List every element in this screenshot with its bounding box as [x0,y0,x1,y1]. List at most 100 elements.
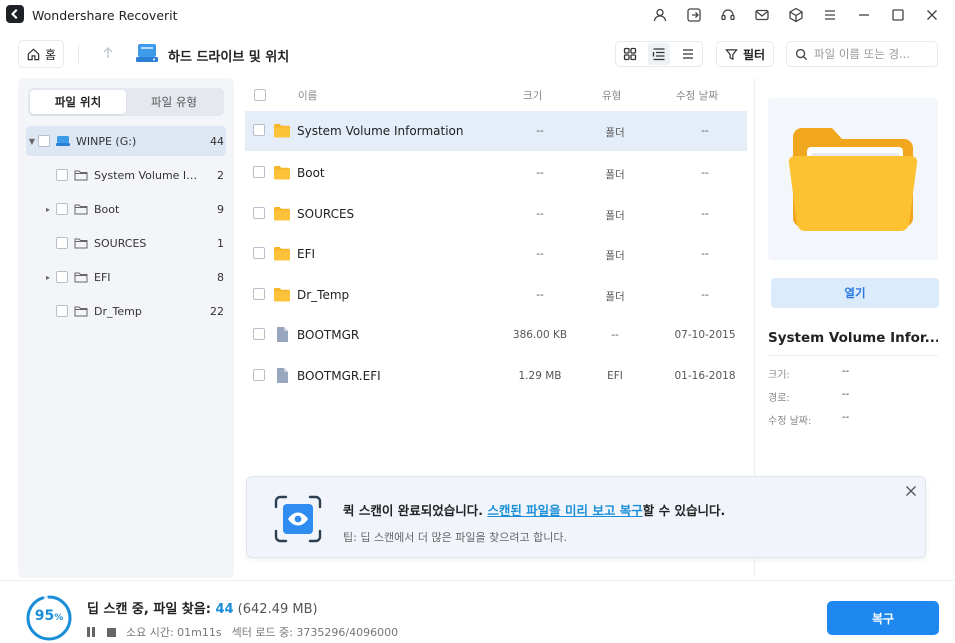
app-title: Wondershare Recoverit [32,8,178,23]
tree-item-folder[interactable]: SOURCES 1 [26,228,226,258]
sector-progress: 섹터 로드 중: 3735296/4096000 [231,626,399,639]
preview-eye-icon [274,495,322,543]
mail-icon[interactable] [745,4,779,26]
hard-drive-icon [136,43,158,63]
tree-item-folder[interactable]: ▸ EFI 8 [26,262,226,292]
menu-icon[interactable] [813,4,847,26]
tree-checkbox[interactable] [38,135,50,147]
file-date: -- [701,248,709,260]
column-size[interactable]: 크기 [523,88,542,103]
meta-size-value: -- [842,366,850,377]
recover-button[interactable]: 복구 [827,601,939,635]
home-button[interactable]: 홈 [18,40,64,68]
tree-item-folder[interactable]: ▸ Boot 9 [26,194,226,224]
expand-caret-icon[interactable]: ▸ [26,205,56,214]
filter-label: 필터 [742,47,766,62]
detail-view-icon[interactable] [677,43,699,65]
tree-item-folder[interactable]: System Volume Infor... 2 [26,160,226,190]
toolbox-icon[interactable] [779,4,813,26]
file-row[interactable]: EFI -- 폴더 -- [245,234,747,274]
row-checkbox[interactable] [253,288,265,300]
file-date: -- [701,208,709,220]
toolbar-divider [78,45,79,63]
file-row[interactable]: Boot -- 폴더 -- [245,153,747,193]
account-icon[interactable] [643,4,677,26]
support-headset-icon[interactable] [711,4,745,26]
sidebar-tab-group: 파일 위치 파일 유형 [28,88,224,116]
column-modified[interactable]: 수정 날짜 [676,88,718,103]
folder-icon [274,288,290,302]
large-folder-icon [788,128,918,231]
file-name: Dr_Temp [297,288,350,302]
tree-item-drive[interactable]: ▼ WINPE (G:) 44 [26,126,226,156]
row-checkbox[interactable] [253,328,265,340]
tree-item-count: 9 [217,202,224,216]
close-icon[interactable] [903,483,919,499]
row-checkbox[interactable] [253,247,265,259]
row-checkbox[interactable] [253,166,265,178]
preview-recover-link[interactable]: 스캔된 파일을 미리 보고 복구 [487,503,642,518]
file-row[interactable]: BOOTMGR 386.00 KB -- 07-10-2015 [245,315,747,355]
preview-file-name: System Volume Infor... [768,330,938,346]
file-name: System Volume Information [297,124,464,138]
scan-status: 딥 스캔 중, 파일 찾음: 44 (642.49 MB) [87,598,318,617]
open-button[interactable]: 열기 [771,278,939,308]
sidebar: 파일 위치 파일 유형 ▼ WINPE (G:) 44 System Volum… [18,78,234,578]
elapsed-time: 소요 시간: 01m11s [126,626,222,639]
title-bar: Wondershare Recoverit [0,0,955,30]
pause-icon[interactable] [87,627,97,637]
row-checkbox[interactable] [253,207,265,219]
notification-suffix: 할 수 있습니다. [642,503,726,518]
progress-percent: 95% [24,608,74,624]
minimize-icon[interactable] [847,4,881,26]
file-name: BOOTMGR.EFI [297,369,381,383]
close-icon[interactable] [915,4,949,26]
found-size: (642.49 MB) [233,602,318,617]
expand-caret-icon[interactable]: ▸ [26,273,56,282]
column-name[interactable]: 이름 [298,88,317,103]
tree-item-label: WINPE (G:) [76,134,137,148]
footer-divider [0,580,955,581]
tree-checkbox[interactable] [56,203,68,215]
file-row[interactable]: System Volume Information -- 폴더 -- [245,111,747,151]
tree-item-folder[interactable]: Dr_Temp 22 [26,296,226,326]
file-type: -- [611,329,619,341]
file-type: EFI [607,370,623,382]
file-name: EFI [297,247,316,261]
home-icon [27,48,40,60]
column-type[interactable]: 유형 [602,88,621,103]
tab-file-location[interactable]: 파일 위치 [30,90,126,114]
stop-icon[interactable] [107,627,116,637]
view-mode-group [615,41,703,67]
tree-item-count: 44 [210,134,224,148]
filter-icon [725,48,738,60]
breadcrumb: 하드 드라이브 및 위치 [168,50,290,65]
up-arrow-icon[interactable] [96,41,120,65]
filter-button[interactable]: 필터 [716,41,774,67]
file-type: 폴더 [605,127,625,139]
file-row[interactable]: SOURCES -- 폴더 -- [245,194,747,234]
grid-view-icon[interactable] [619,43,641,65]
tree-checkbox[interactable] [56,305,68,317]
tab-file-type[interactable]: 파일 유형 [126,90,222,114]
tree-checkbox[interactable] [56,169,68,181]
folder-outline-icon [74,204,88,215]
search-input[interactable] [814,47,934,61]
list-view-icon[interactable] [647,43,670,65]
scan-status-label: 딥 스캔 중, 파일 찾음: [87,602,216,617]
maximize-icon[interactable] [881,4,915,26]
preview-divider-line [768,355,938,356]
file-row[interactable]: BOOTMGR.EFI 1.29 MB EFI 01-16-2018 [245,356,747,396]
tree-checkbox[interactable] [56,271,68,283]
file-row[interactable]: Dr_Temp -- 폴더 -- [245,275,747,315]
select-all-checkbox[interactable] [254,89,266,101]
tree-checkbox[interactable] [56,237,68,249]
row-checkbox[interactable] [253,124,265,136]
file-date: 07-10-2015 [674,329,736,341]
search-box[interactable] [786,41,938,67]
export-icon[interactable] [677,4,711,26]
collapse-caret-icon[interactable]: ▼ [26,137,38,146]
row-checkbox[interactable] [253,369,265,381]
file-list-header: 이름 크기 유형 수정 날짜 [246,86,746,106]
file-type: 폴더 [605,169,625,181]
